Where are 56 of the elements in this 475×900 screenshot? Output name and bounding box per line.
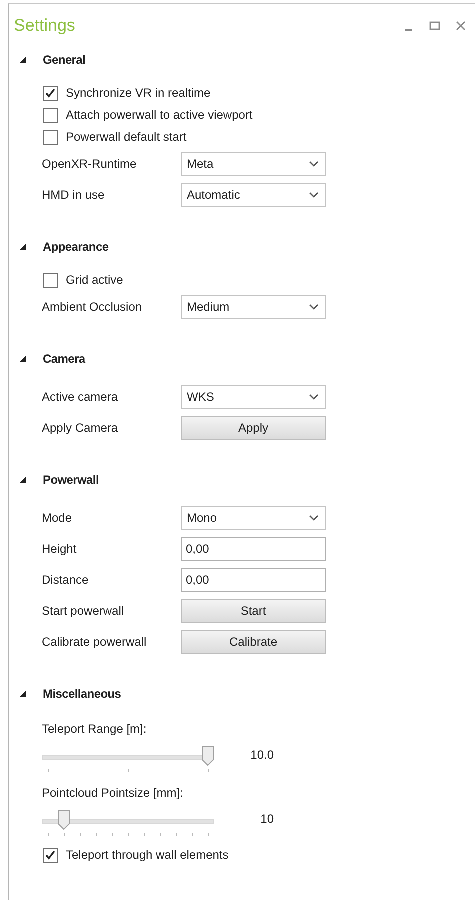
slider-thumb[interactable] <box>58 810 70 830</box>
expander-icon[interactable] <box>19 355 27 363</box>
dropdown[interactable]: Medium <box>181 294 326 318</box>
field-label: Distance <box>42 572 90 586</box>
slider-value: 10 <box>260 812 274 826</box>
field-label: Apply Camera <box>42 420 120 434</box>
checkbox-label: Powerwall default start <box>66 130 187 144</box>
dropdown[interactable]: Mono <box>181 506 326 530</box>
section-header: Powerwall <box>43 473 99 487</box>
field-label: Start powerwall <box>42 604 126 618</box>
checkbox[interactable] <box>43 848 58 862</box>
slider[interactable] <box>42 809 214 839</box>
field-label: HMD in use <box>42 188 106 202</box>
field-label: Mode <box>42 510 74 524</box>
expander-icon[interactable] <box>19 476 27 484</box>
slider-label: Teleport Range [m]: <box>42 722 148 738</box>
dropdown[interactable]: Automatic <box>181 182 326 206</box>
checkbox[interactable] <box>43 272 58 288</box>
chevron-down-icon[interactable] <box>309 514 319 520</box>
checkbox-label: Attach powerwall to active viewport <box>66 108 253 122</box>
checkbox[interactable] <box>43 130 58 144</box>
section-header: General <box>43 53 86 67</box>
action-button[interactable]: Apply <box>181 416 326 440</box>
field-label: Active camera <box>42 390 120 404</box>
chevron-down-icon[interactable] <box>309 192 319 198</box>
expander-icon[interactable] <box>19 56 27 64</box>
dropdown[interactable]: WKS <box>181 384 326 408</box>
input-field[interactable]: 0,00 <box>181 536 326 560</box>
chevron-down-icon[interactable] <box>309 394 319 400</box>
section-header: Appearance <box>43 240 109 254</box>
close-icon[interactable] <box>455 20 467 32</box>
checkbox-label: Synchronize VR in realtime <box>66 86 211 100</box>
checkbox[interactable] <box>43 86 58 100</box>
action-button[interactable]: Start <box>181 598 326 622</box>
maximize-icon[interactable] <box>429 20 441 32</box>
checkbox[interactable] <box>43 108 58 122</box>
dropdown[interactable]: Meta <box>181 152 326 176</box>
field-label: Ambient Occlusion <box>42 300 144 314</box>
action-button[interactable]: Calibrate <box>181 630 326 654</box>
window-title: Settings <box>14 16 76 36</box>
checkbox-label: Teleport through wall elements <box>66 848 229 862</box>
field-label: Height <box>42 542 78 556</box>
slider-label: Pointcloud Pointsize [mm]: <box>42 786 184 802</box>
input-field[interactable]: 0,00 <box>181 568 326 592</box>
chevron-down-icon[interactable] <box>309 160 319 166</box>
chevron-down-icon[interactable] <box>309 304 319 310</box>
section-header: Miscellaneous <box>43 687 122 701</box>
slider-thumb[interactable] <box>202 746 214 766</box>
expander-icon[interactable] <box>19 243 27 251</box>
field-label: Calibrate powerwall <box>42 634 148 648</box>
slider-value: 10.0 <box>250 748 274 762</box>
expander-icon[interactable] <box>19 690 27 698</box>
field-label: OpenXR-Runtime <box>42 156 138 170</box>
section-header: Camera <box>43 352 86 366</box>
checkbox-label: Grid active <box>66 273 124 287</box>
slider[interactable] <box>42 745 214 775</box>
